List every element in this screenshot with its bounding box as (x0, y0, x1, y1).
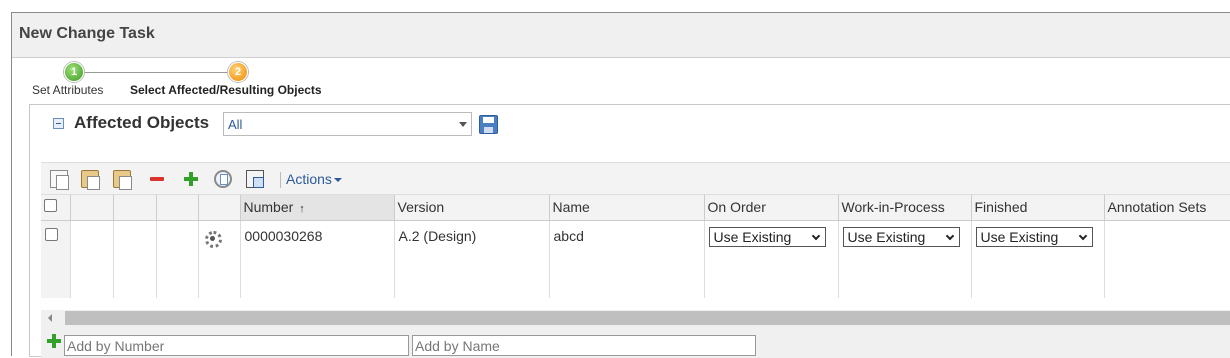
row-wip-cell: Use Existing (838, 220, 972, 256)
gear-icon[interactable] (204, 230, 222, 248)
table-toolbar: Actions (41, 162, 1230, 195)
add-by-name-input[interactable] (412, 335, 756, 356)
step-1-complete-icon[interactable]: 1 (64, 62, 84, 82)
wizard-steps: 1 2 Set Attributes Select Affected/Resul… (12, 58, 1230, 104)
new-change-task-window: New Change Task 1 2 Set Attributes Selec… (11, 12, 1230, 358)
step-2-label: Select Affected/Resulting Objects (130, 83, 322, 97)
header-work-in-process[interactable]: Work-in-Process (838, 195, 972, 221)
header-finished[interactable]: Finished (971, 195, 1105, 221)
header-blank-4 (198, 195, 241, 221)
select-all-header[interactable] (41, 195, 71, 221)
row-select-cell[interactable] (41, 220, 71, 256)
row-on-order-cell: Use Existing (704, 220, 839, 256)
header-version[interactable]: Version (394, 195, 550, 221)
dropdown-arrow-icon (459, 122, 467, 127)
related-objects-icon[interactable] (214, 170, 232, 188)
header-blank-2 (113, 195, 157, 221)
panel-title: Affected Objects (74, 113, 210, 132)
table-header-row: Number ↑ Version Name On Order Work-in-Pr… (41, 195, 1230, 221)
add-plus-icon[interactable] (47, 334, 61, 348)
horizontal-scrollbar[interactable] (41, 310, 1230, 326)
copy-icon[interactable] (50, 170, 69, 190)
row-version: A.2 (Design) (394, 220, 550, 256)
finished-select[interactable]: Use Existing (975, 226, 1093, 247)
header-blank-3 (156, 195, 199, 221)
save-view-icon[interactable] (479, 115, 498, 134)
chevron-down-icon (811, 231, 820, 240)
step-connector (85, 72, 228, 73)
scrollbar-thumb[interactable] (65, 311, 1230, 325)
row-type-cell (198, 220, 241, 256)
scroll-left-icon[interactable] (48, 314, 52, 322)
affected-objects-panel: Affected Objects All Actions Number ↑ Ve… (29, 104, 1230, 358)
on-order-select[interactable]: Use Existing (708, 226, 826, 247)
window-title: New Change Task (19, 25, 155, 42)
header-blank-1 (70, 195, 114, 221)
sort-ascending-icon: ↑ (299, 203, 305, 216)
add-icon[interactable] (182, 170, 200, 188)
set-attributes-icon[interactable] (246, 170, 264, 188)
row-name: abcd (549, 220, 705, 256)
collapse-icon[interactable] (53, 118, 64, 129)
row-blank-2 (113, 220, 157, 256)
row-finished-cell: Use Existing (971, 220, 1105, 256)
row-checkbox[interactable] (45, 227, 58, 241)
header-number[interactable]: Number ↑ (240, 195, 395, 221)
select-all-checkbox[interactable] (44, 199, 57, 213)
work-in-process-select[interactable]: Use Existing (842, 226, 960, 247)
row-blank-1 (70, 220, 114, 256)
view-select[interactable]: All (223, 112, 472, 136)
row-blank-3 (156, 220, 199, 256)
caret-down-icon (333, 178, 342, 183)
row-annotation-sets (1104, 220, 1230, 256)
view-select-value: All (228, 117, 243, 132)
chevron-down-icon (945, 231, 954, 240)
header-on-order[interactable]: On Order (704, 195, 839, 221)
step-2-current-icon[interactable]: 2 (228, 62, 248, 82)
paste-special-icon[interactable] (113, 170, 132, 190)
actions-label: Actions (286, 171, 332, 187)
toolbar-divider (280, 172, 281, 188)
row-number[interactable]: 0000030268 (240, 220, 395, 256)
affected-objects-table: Number ↑ Version Name On Order Work-in-Pr… (41, 195, 1230, 298)
chevron-down-icon (1078, 231, 1087, 240)
remove-icon[interactable] (148, 170, 166, 188)
add-by-number-input[interactable] (64, 335, 409, 356)
window-title-bar: New Change Task (12, 13, 1230, 58)
header-annotation-sets[interactable]: Annotation Sets (1104, 195, 1230, 221)
step-1-label[interactable]: Set Attributes (32, 83, 103, 97)
table-empty-space (41, 256, 1230, 298)
add-objects-bar (41, 326, 1230, 358)
panel-header: Affected Objects All (30, 105, 1230, 142)
table-row[interactable]: 0000030268 A.2 (Design) abcd Use Existin… (41, 220, 1230, 256)
paste-icon[interactable] (81, 170, 100, 190)
actions-menu[interactable]: Actions (286, 171, 342, 187)
header-name[interactable]: Name (549, 195, 705, 221)
